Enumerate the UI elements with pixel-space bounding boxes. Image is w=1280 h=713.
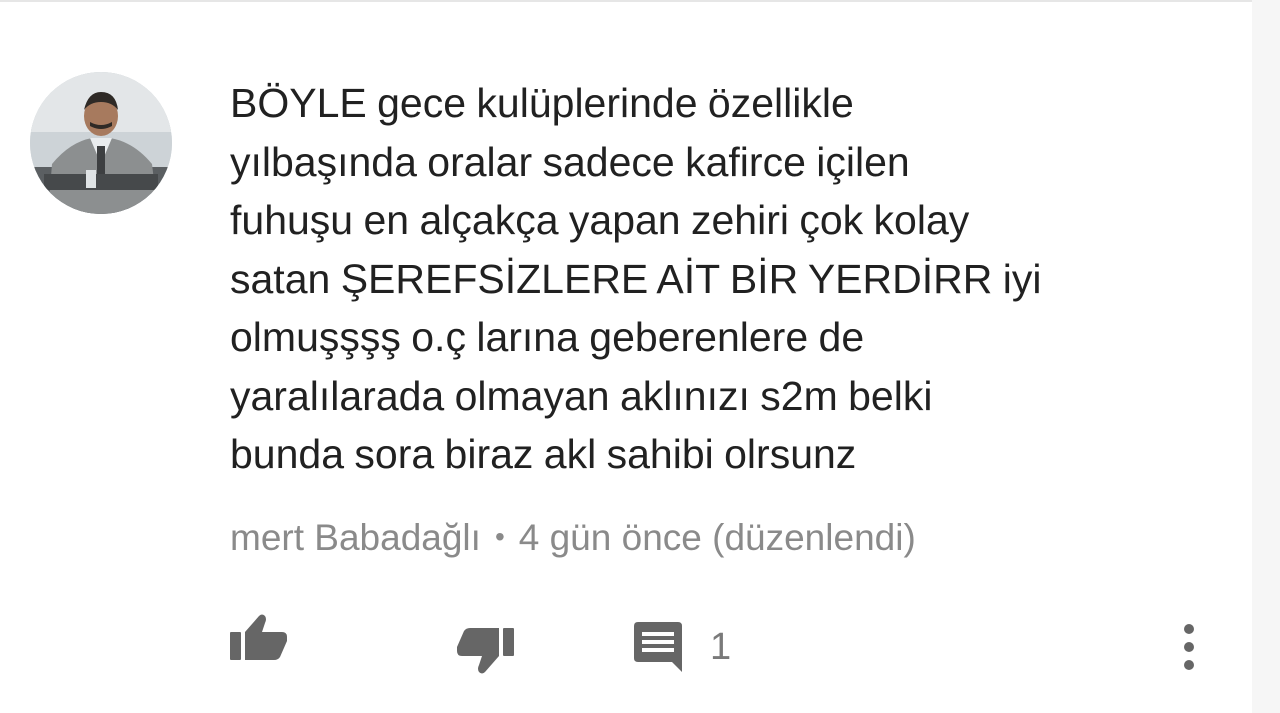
- author-name[interactable]: mert Babadağlı: [230, 517, 481, 558]
- avatar[interactable]: [30, 72, 172, 214]
- comment-icon: [634, 622, 682, 672]
- reply-count: 1: [710, 626, 732, 668]
- scroll-edge: [1252, 0, 1280, 713]
- comment-text: BÖYLE gece kulüplerinde özellikle yılbaş…: [230, 80, 1042, 477]
- more-options-button[interactable]: [1172, 622, 1206, 670]
- dislike-button[interactable]: [456, 626, 516, 680]
- comment-meta: mert Babadağlı • 4 gün önce (düzenlendi): [230, 512, 916, 563]
- meta-separator: •: [494, 521, 505, 552]
- reply-button[interactable]: 1: [632, 620, 731, 674]
- avatar-image: [30, 72, 172, 214]
- comment-page: BÖYLE gece kulüplerinde özellikle yılbaş…: [0, 0, 1280, 713]
- comment-time: 4 gün önce (düzenlendi): [518, 517, 916, 558]
- divider: [0, 0, 1252, 2]
- thumb-up-icon: [230, 614, 287, 660]
- more-vert-icon: [1184, 624, 1194, 670]
- like-button[interactable]: [228, 612, 288, 662]
- thumb-down-icon: [457, 628, 514, 674]
